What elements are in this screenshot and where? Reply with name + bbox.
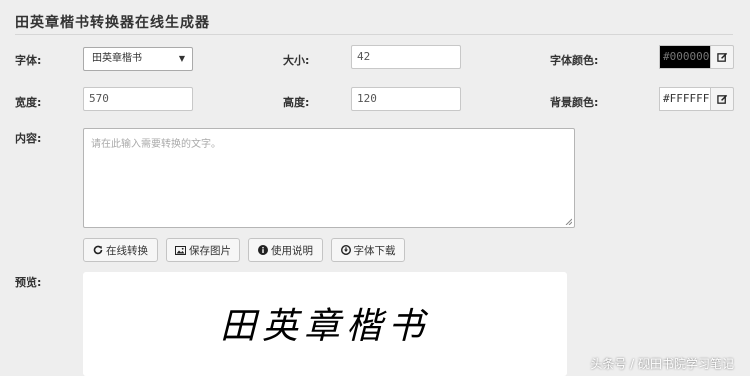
refresh-icon <box>93 245 103 255</box>
content-placeholder: 请在此输入需要转换的文字。 <box>91 139 221 150</box>
font-download-button[interactable]: 字体下载 <box>331 238 405 262</box>
font-color-picker-button[interactable] <box>710 45 734 69</box>
bg-color-label: 背景颜色: <box>550 96 599 109</box>
content-textarea[interactable]: 请在此输入需要转换的文字。 <box>83 128 575 228</box>
download-icon <box>340 245 351 255</box>
page-title: 田英章楷书转换器在线生成器 <box>15 15 210 31</box>
help-button-label: 使用说明 <box>271 244 313 257</box>
font-color-input[interactable]: #000000 <box>659 45 711 69</box>
edit-icon <box>716 52 727 62</box>
watermark: 头条号 / 砚田书院学习笔记 <box>590 357 734 371</box>
preview-label: 预览: <box>15 276 42 289</box>
caret-down-icon: ▼ <box>178 54 185 63</box>
width-input[interactable]: 570 <box>83 87 193 111</box>
convert-button-label: 在线转换 <box>106 244 148 257</box>
height-label: 高度: <box>283 96 310 109</box>
font-select[interactable]: 田英章楷书 ▼ <box>83 47 193 71</box>
save-image-button[interactable]: 保存图片 <box>166 238 240 262</box>
content-label: 内容: <box>15 132 42 145</box>
width-label: 宽度: <box>15 96 42 109</box>
size-input[interactable]: 42 <box>351 45 461 69</box>
font-label: 字体: <box>15 54 42 67</box>
bg-color-picker-button[interactable] <box>710 87 734 111</box>
save-image-button-label: 保存图片 <box>189 244 231 257</box>
convert-button[interactable]: 在线转换 <box>83 238 158 262</box>
edit-icon <box>716 94 727 104</box>
title-divider <box>15 34 733 35</box>
help-button[interactable]: 使用说明 <box>248 238 323 262</box>
height-input[interactable]: 120 <box>351 87 461 111</box>
bg-color-input[interactable]: #FFFFFF <box>659 87 711 111</box>
size-label: 大小: <box>283 54 310 67</box>
font-download-button-label: 字体下载 <box>353 244 396 257</box>
font-color-label: 字体颜色: <box>550 54 599 67</box>
resize-handle-icon[interactable] <box>565 218 572 225</box>
preview-area: 田英章楷书 <box>83 272 567 376</box>
font-select-value: 田英章楷书 <box>92 53 142 64</box>
preview-text: 田英章楷书 <box>219 306 430 347</box>
image-icon <box>175 245 186 255</box>
info-icon <box>258 245 268 255</box>
